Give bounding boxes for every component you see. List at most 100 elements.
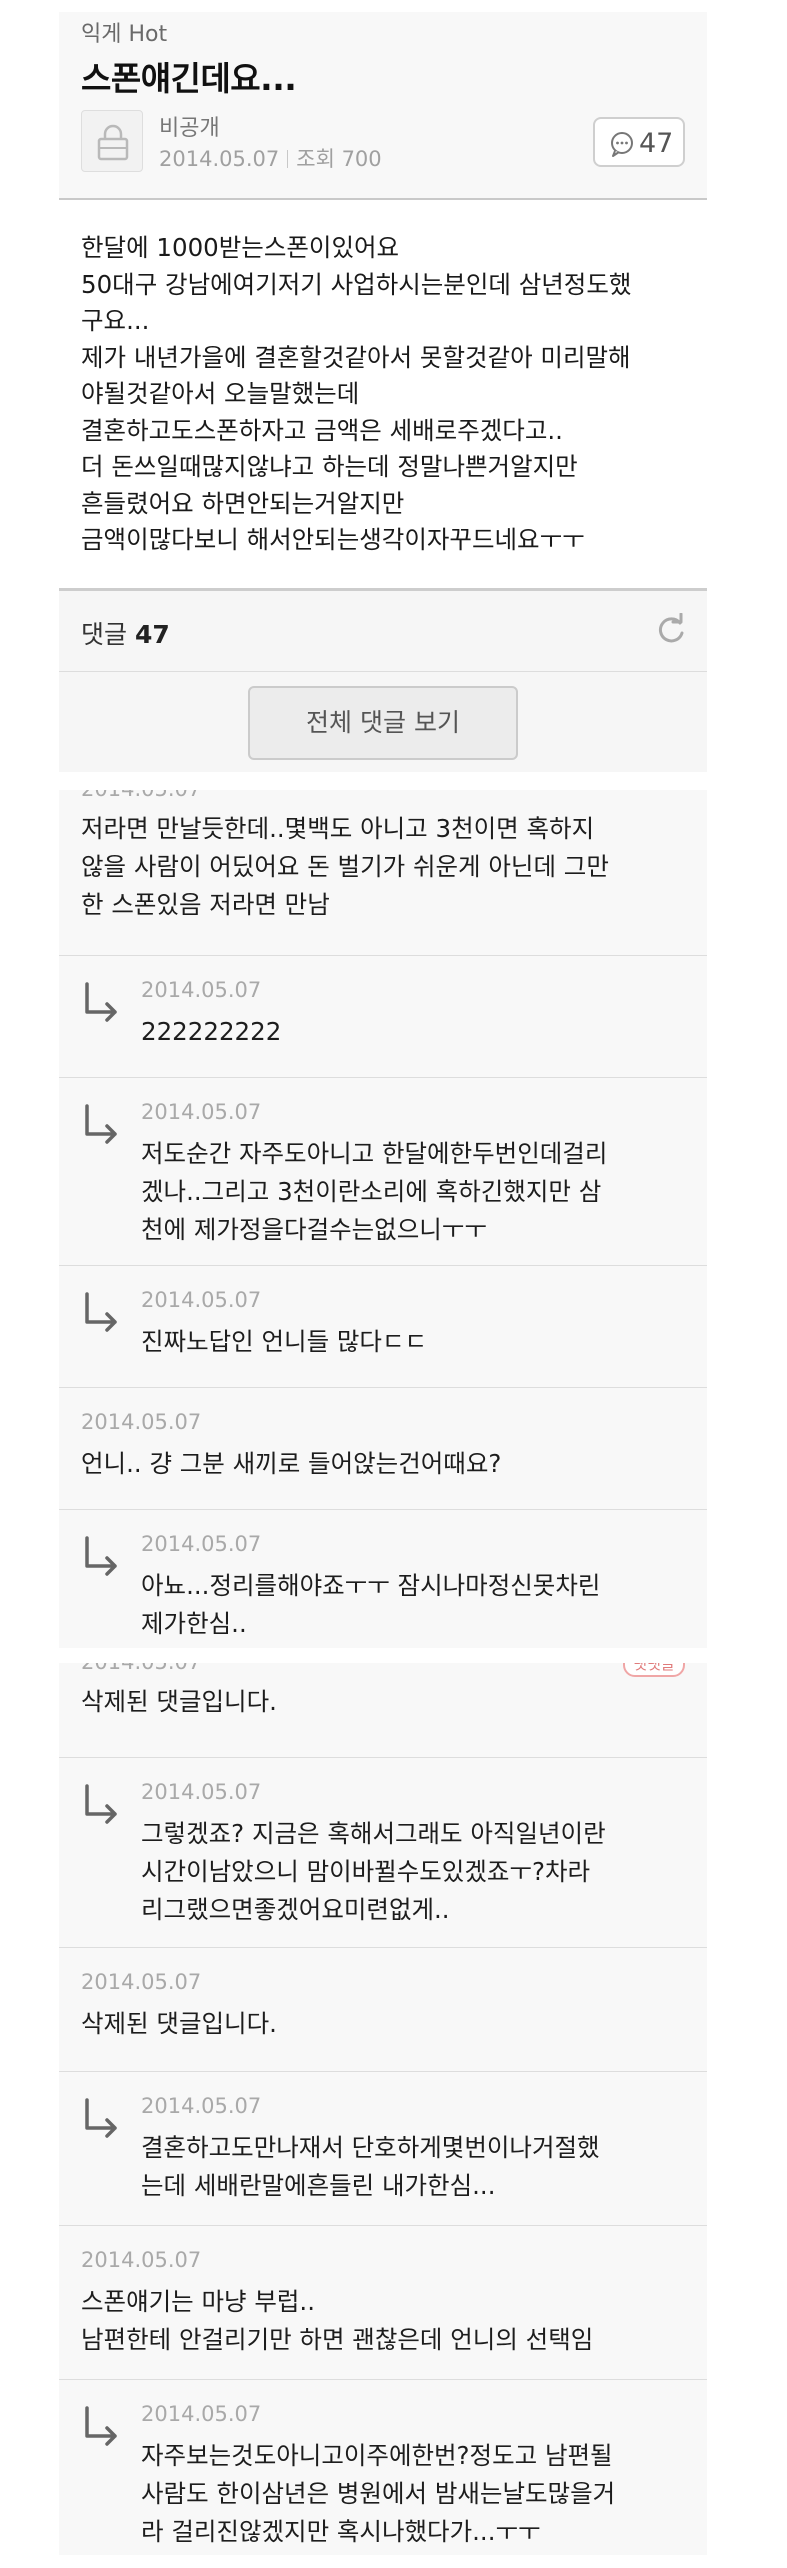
- comment-text-line: 겠나..그리고 3천이란소리에 혹하긴했지만 삼: [141, 1177, 602, 1206]
- comment-text-line: 사람도 한이삼년은 병원에서 밤새는날도많을거: [141, 2479, 616, 2508]
- body-line: 한달에 1000받는스폰이있어요: [81, 233, 400, 262]
- comment-text: 스폰얘기는 마냥 부럽.. 남편한테 안걸리기만 하면 괜찮은데 언니의 선택임: [81, 2283, 593, 2359]
- reply-arrow-icon: [85, 1292, 117, 1332]
- reply-comment[interactable]: 2014.05.07 저도순간 자주도아니고 한달에한두번인데걸리겠나..그리고 …: [59, 1078, 707, 1266]
- reply-arrow-icon: [85, 2098, 117, 2138]
- comment-list: 2014.05.07 댓댓글삭제된 댓글입니다. 2014.05.07 그렇겠죠? 지…: [59, 1663, 707, 2555]
- reply-comment[interactable]: 2014.05.07 진짜노답인 언니들 많다ㄷㄷ: [59, 1266, 707, 1388]
- comment-text-line: 아뇨...정리를해야죠ㅜㅜ 잠시나마정신못차린: [141, 1571, 601, 1600]
- reply-arrow-icon: [85, 1104, 117, 1144]
- comment-text-line: 저라면 만날듯한데..몇백도 아니고 3천이면 혹하지: [81, 814, 595, 843]
- comment[interactable]: 2014.05.07 스폰얘기는 마냥 부럽.. 남편한테 안걸리기만 하면 괜찮은…: [59, 2226, 707, 2380]
- comment-date: 2014.05.07: [81, 1970, 202, 1994]
- comment-text-line: 제가한심..: [141, 1609, 247, 1638]
- comments-header: 댓글 47: [59, 591, 707, 672]
- post-date: 2014.05.07: [159, 147, 280, 171]
- comment-date: 2014.05.07: [141, 1288, 262, 1312]
- comment[interactable]: 2014.05.07 언니.. 걍 그분 새끼로 들어앉는건어때요?: [59, 1388, 707, 1510]
- comment[interactable]: 2014.05.07 삭제된 댓글입니다.: [59, 1948, 707, 2072]
- comment[interactable]: 2014.05.07 저라면 만날듯한데..몇백도 아니고 3천이면 혹하지않을 …: [59, 790, 707, 956]
- comment-text-line: 자주보는것도아니고이주에한번?정도고 남편될: [141, 2441, 613, 2470]
- body-line: 50대구 강남에여기저기 사업하시는분인데 삼년정도했: [81, 269, 632, 299]
- comment-text-line: 진짜노답인 언니들 많다ㄷㄷ: [141, 1327, 428, 1356]
- reply-comment[interactable]: 2014.05.07 결혼하고도만나재서 단호하게몇번이나거절했는데 세배란말에흔…: [59, 2072, 707, 2226]
- comment-date: 2014.05.07: [141, 1532, 262, 1556]
- view-all-area: 전체 댓글 보기: [59, 672, 707, 772]
- comment-date: 2014.05.07: [141, 1100, 262, 1124]
- post-meta: 2014.05.07 조회 700: [159, 143, 382, 173]
- comment-text-line: 스폰얘기는 마냥 부럽..: [81, 2287, 316, 2316]
- avatar: [81, 110, 143, 172]
- comment-text: 222222222: [141, 1013, 281, 1051]
- comment[interactable]: 2014.05.07 댓댓글삭제된 댓글입니다.: [59, 1663, 707, 1758]
- view-all-comments-button[interactable]: 전체 댓글 보기: [248, 686, 518, 760]
- body-line: 흔들렸어요 하면안되는거알지만: [81, 488, 405, 518]
- comment-text-line: 그렇겠죠? 지금은 혹해서그래도 아직일년이란: [141, 1819, 606, 1848]
- comment-date: 2014.05.07: [141, 1780, 262, 1804]
- comment-list: 2014.05.07 저라면 만날듯한데..몇백도 아니고 3천이면 혹하지않을 …: [59, 790, 707, 1648]
- comment-text-line: 남편한테 안걸리기만 하면 괜찮은데 언니의 선택임: [81, 2325, 594, 2354]
- comments-count: 47: [134, 620, 170, 649]
- comment-text-line: 리그랬으면좋겠어요미련없게..: [141, 1895, 450, 1924]
- comment-date: 2014.05.07: [81, 2248, 202, 2272]
- body-line: 금액이많다보니 해서안되는생각이자꾸드네요ㅜㅜ: [81, 525, 585, 554]
- comment-text-line: 천에 제가정을다걸수는없으니ㅜㅜ: [141, 1215, 487, 1244]
- comment-text: 삭제된 댓글입니다.: [81, 1683, 277, 1721]
- comment-count-button[interactable]: 47: [593, 117, 685, 167]
- author-name: 비공개: [159, 116, 220, 141]
- comments-label: 댓글 47: [81, 615, 170, 651]
- reply-comment[interactable]: 2014.05.07 자주보는것도아니고이주에한번?정도고 남편될사람도 한이삼년…: [59, 2380, 707, 2555]
- post-body: 한달에 1000받는스폰이있어요 50대구 강남에여기저기 사업하시는분인데 삼…: [59, 200, 707, 591]
- lock-icon: [97, 124, 129, 161]
- body-line: 결혼하고도스폰하자고 금액은 세배로주겠다고..: [81, 415, 563, 445]
- comment-count: 47: [639, 128, 674, 159]
- divider: [287, 150, 289, 168]
- comment-text: 결혼하고도만나재서 단호하게몇번이나거절했는데 세배란말에흔들린 내가한심...: [141, 2129, 600, 2205]
- post-content: 한달에 1000받는스폰이있어요 50대구 강남에여기저기 사업하시는분인데 삼…: [81, 230, 687, 559]
- comment-date: 2014.05.07: [141, 978, 262, 1002]
- comment-text-line: 결혼하고도만나재서 단호하게몇번이나거절했: [141, 2133, 600, 2162]
- comment-text: 아뇨...정리를해야죠ㅜㅜ 잠시나마정신못차린제가한심..: [141, 1567, 600, 1643]
- comment-text: 언니.. 걍 그분 새끼로 들어앉는건어때요?: [81, 1445, 501, 1483]
- comment-text: 자주보는것도아니고이주에한번?정도고 남편될사람도 한이삼년은 병원에서 밤새는…: [141, 2437, 615, 2551]
- comment-text-line: 는데 세배란말에흔들린 내가한심...: [141, 2171, 496, 2200]
- comment-text-line: 않을 사람이 어딨어요 돈 벌기가 쉬운게 아닌데 그만: [81, 852, 609, 881]
- body-line: 더 돈쓰일때많지않냐고 하는데 정말나쁜거알지만: [81, 452, 578, 481]
- comment-text: 저라면 만날듯한데..몇백도 아니고 3천이면 혹하지않을 사람이 어딨어요 돈…: [81, 810, 609, 924]
- comment-date: 2014.05.07: [141, 2402, 262, 2426]
- speech-bubble-icon: [611, 132, 633, 157]
- comment-text-line: 라 걸리진않겠지만 혹시나했다가...ㅜㅜ: [141, 2517, 541, 2546]
- comment-date: 2014.05.07: [81, 1663, 201, 1674]
- post-header: 익게 Hot 스폰얘긴데요... 비공개 2014.05.07 조회 700 47: [59, 12, 707, 200]
- body-line: 구요...: [81, 306, 150, 335]
- comment-text-line: 저도순간 자주도아니고 한달에한두번인데걸리: [141, 1139, 608, 1168]
- comment-date: 2014.05.07: [81, 790, 201, 801]
- comment-text-line: 한 스폰있음 저라면 만남: [81, 890, 330, 919]
- comment-text-line: 222222222: [141, 1017, 282, 1046]
- comment-date: 2014.05.07: [141, 2094, 262, 2118]
- comments-label-text: 댓글: [81, 620, 128, 649]
- comment-text: 진짜노답인 언니들 많다ㄷㄷ: [141, 1323, 427, 1361]
- post-title: 스폰얘긴데요...: [81, 59, 297, 98]
- reply-comment[interactable]: 2014.05.07 그렇겠죠? 지금은 혹해서그래도 아직일년이란시간이남았으니…: [59, 1758, 707, 1948]
- comment-text-line: 삭제된 댓글입니다.: [81, 1687, 277, 1716]
- comment-text: 그렇겠죠? 지금은 혹해서그래도 아직일년이란시간이남았으니 맘이바뀔수도있겠죠…: [141, 1815, 606, 1929]
- reply-comment[interactable]: 2014.05.07 222222222: [59, 956, 707, 1078]
- reply-badge: 댓댓글: [623, 1663, 685, 1677]
- body-line: 제가 내년가을에 결혼할것같아서 못할것같아 미리말해: [81, 342, 631, 372]
- comment-text-line: 삭제된 댓글입니다.: [81, 2009, 277, 2038]
- board-name[interactable]: 익게 Hot: [81, 16, 167, 48]
- reply-arrow-icon: [85, 2406, 117, 2446]
- comment-date: 2014.05.07: [81, 1410, 202, 1434]
- comment-text-line: 시간이남았으니 맘이바뀔수도있겠죠ㅜ?차라: [141, 1857, 591, 1886]
- body-line: 야될것같아서 오늘말했는데: [81, 379, 360, 408]
- reply-arrow-icon: [85, 982, 117, 1022]
- view-count: 조회 700: [296, 147, 382, 171]
- reply-arrow-icon: [85, 1536, 117, 1576]
- comment-text-line: 언니.. 걍 그분 새끼로 들어앉는건어때요?: [81, 1449, 502, 1478]
- reply-comment[interactable]: 2014.05.07 아뇨...정리를해야죠ㅜㅜ 잠시나마정신못차린제가한심..: [59, 1510, 707, 1648]
- reply-arrow-icon: [85, 1784, 117, 1824]
- comment-text: 저도순간 자주도아니고 한달에한두번인데걸리겠나..그리고 3천이란소리에 혹하…: [141, 1135, 607, 1249]
- comment-text: 삭제된 댓글입니다.: [81, 2005, 277, 2043]
- refresh-icon[interactable]: [655, 613, 687, 647]
